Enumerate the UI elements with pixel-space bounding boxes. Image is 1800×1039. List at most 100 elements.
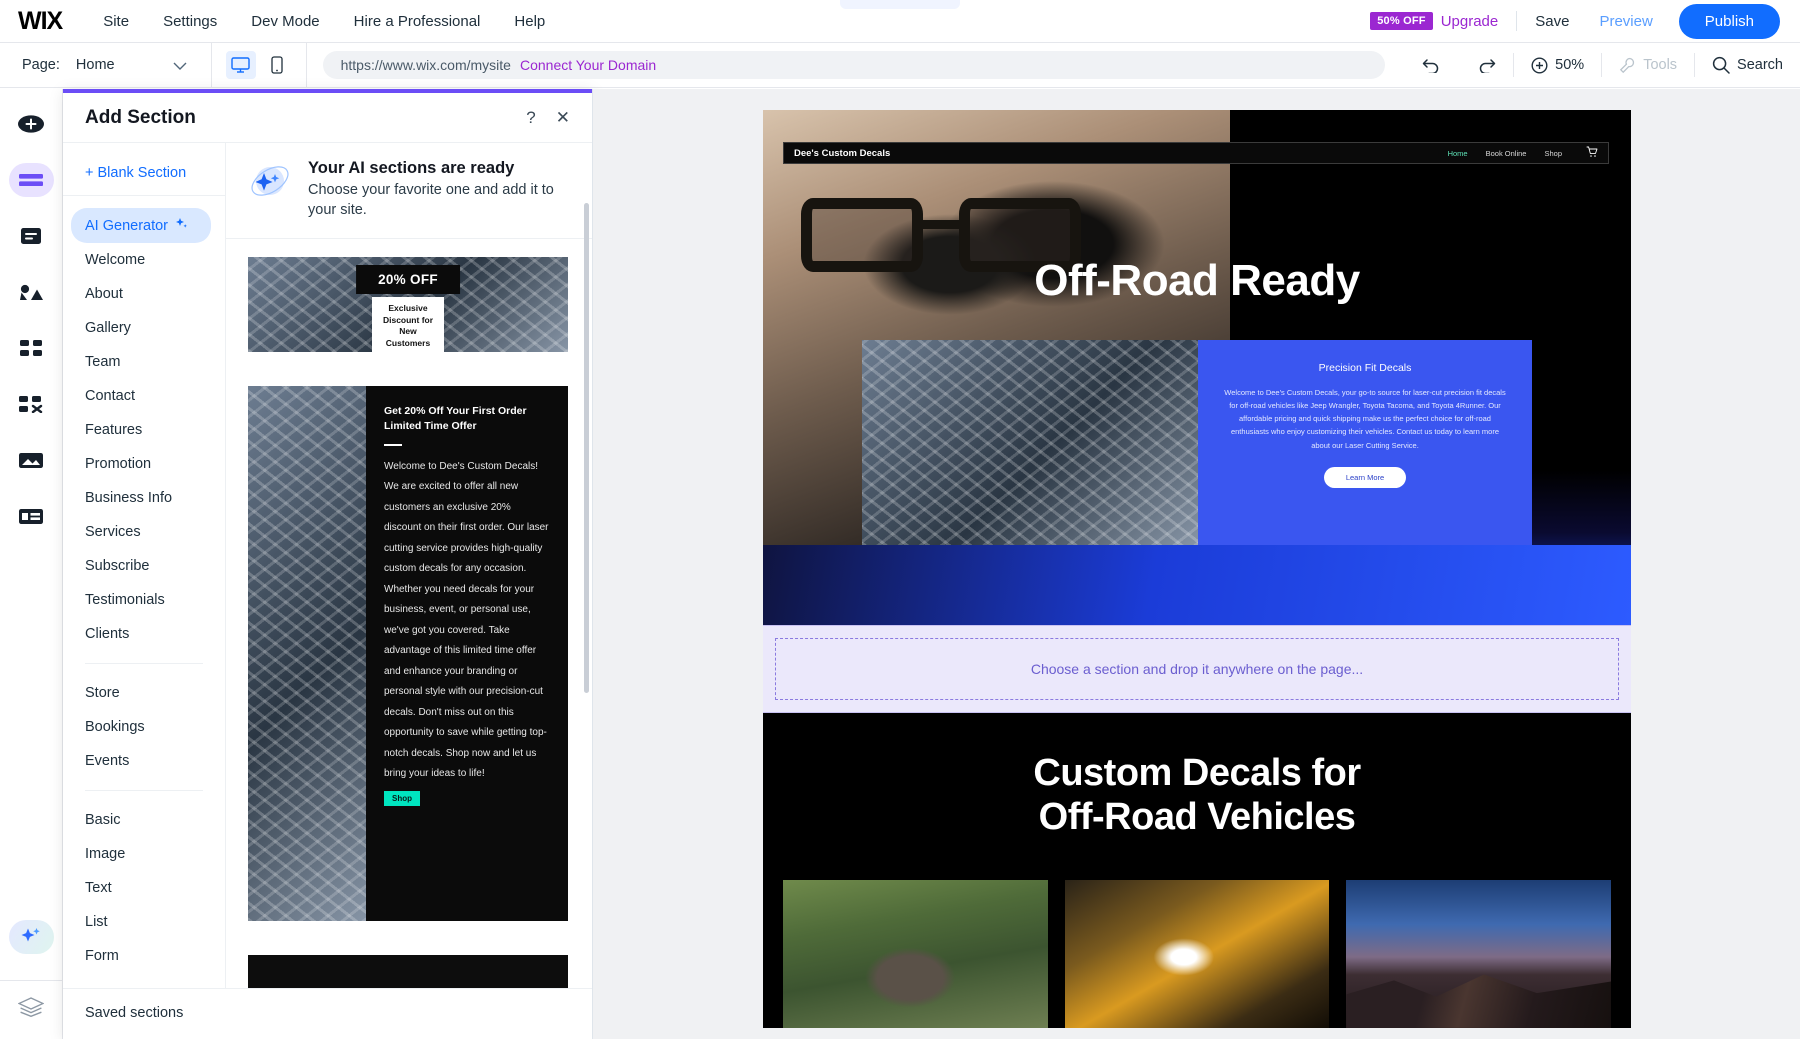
card2-shop-button[interactable]: Shop [384,790,420,806]
redo-button[interactable] [1459,43,1513,88]
category-about[interactable]: About [63,277,225,311]
cms-icon[interactable] [9,499,54,533]
category-image[interactable]: Image [63,837,225,871]
divider [305,42,307,88]
ai-ready-banner: Your AI sections are ready Choose your f… [226,143,592,240]
mesh-texture [862,340,1198,545]
menu-site[interactable]: Site [86,0,146,43]
thumbnail-row [763,840,1631,1028]
hero-blue-band [763,545,1631,625]
thumbnail-desert-landscape[interactable] [1346,879,1612,1028]
menu-dev-mode[interactable]: Dev Mode [234,0,336,43]
category-form[interactable]: Form [63,939,225,973]
save-button[interactable]: Save [1535,13,1569,30]
media-icon[interactable] [9,443,54,477]
publish-button[interactable]: Publish [1678,3,1780,39]
category-subscribe[interactable]: Subscribe [63,549,225,583]
category-gallery[interactable]: Gallery [63,311,225,345]
help-icon[interactable]: ? [526,109,535,126]
site-nav-home[interactable]: Home [1448,149,1468,158]
wix-logo[interactable]: WIX [0,8,86,34]
category-clients[interactable]: Clients [63,617,225,651]
category-features[interactable]: Features [63,413,225,447]
panel-body: + Blank Section AI Generator Welcome Abo… [63,143,592,988]
menu-hire-a-professional[interactable]: Hire a Professional [337,0,498,43]
section-card-promo-2[interactable]: Get 20% Off Your First Order Limited Tim… [248,386,568,922]
category-text[interactable]: Text [63,871,225,905]
undo-button[interactable] [1405,43,1459,88]
desktop-view-icon[interactable] [225,51,256,79]
zoom-level: 50% [1555,57,1585,73]
apps-icon[interactable] [9,331,54,365]
saved-sections-button[interactable]: Saved sections [63,988,592,1039]
add-section-icon[interactable] [8,163,54,197]
category-store[interactable]: Store [63,676,225,710]
category-welcome[interactable]: Welcome [63,243,225,277]
card2-image [248,386,366,922]
section-card-list: 20% OFF Exclusive Discount for New Custo… [226,239,592,988]
panel-scrollbar[interactable] [584,203,589,693]
learn-more-button[interactable]: Learn More [1323,466,1407,488]
editor-stage[interactable]: Dee's Custom Decals Home Book Online Sho… [593,89,1800,1039]
category-contact[interactable]: Contact [63,379,225,413]
ai-banner-title: Your AI sections are ready [308,159,515,177]
my-business-icon[interactable] [9,387,54,421]
browser-tab-nub [840,0,960,9]
category-promotion[interactable]: Promotion [63,447,225,481]
hero-card-text: Precision Fit Decals Welcome to Dee's Cu… [1198,340,1532,545]
hero-section[interactable]: Dee's Custom Decals Home Book Online Sho… [763,110,1631,625]
category-bookings[interactable]: Bookings [63,710,225,744]
toolbar-right: 50% Tools Search [1405,43,1800,88]
section-dropzone-wrapper[interactable]: Choose a section and drop it anywhere on… [763,625,1631,713]
discount-badge: 50% OFF [1370,12,1433,30]
category-testimonials[interactable]: Testimonials [63,583,225,617]
promo-card-body: Welcome to Dee's Custom Decals, your go-… [1224,388,1506,450]
preview-button[interactable]: Preview [1599,13,1652,30]
site-design-icon[interactable] [9,275,54,309]
category-ai-generator[interactable]: AI Generator [71,208,211,243]
category-list: + Blank Section AI Generator Welcome Abo… [63,143,226,988]
blank-section-button[interactable]: + Blank Section [63,159,225,196]
category-basic[interactable]: Basic [63,803,225,837]
page-selector-value[interactable]: Home [76,57,115,73]
category-business-info[interactable]: Business Info [63,481,225,515]
zoom-control[interactable]: 50% [1514,43,1601,88]
section-card-promo-1[interactable]: 20% OFF Exclusive Discount for New Custo… [248,257,568,353]
site-brand: Dee's Custom Decals [794,147,891,159]
section-card-promo-3[interactable] [248,955,568,988]
lower-title-line2: Off-Road Vehicles [1038,796,1356,839]
thumbnail-rhino[interactable] [783,879,1048,1028]
section-dropzone[interactable]: Choose a section and drop it anywhere on… [775,638,1619,700]
layers-button[interactable] [0,980,62,1039]
panel-header: Add Section ? ✕ [63,93,592,143]
menu-settings[interactable]: Settings [146,0,234,43]
category-label: AI Generator [85,217,169,234]
site-url-bar[interactable]: https://www.wix.com/mysite Connect Your … [322,51,1385,79]
site-nav-shop[interactable]: Shop [1544,149,1562,158]
pages-icon[interactable] [9,219,54,253]
site-nav-book-online[interactable]: Book Online [1486,149,1527,158]
cart-icon[interactable] [1586,146,1598,161]
mobile-view-icon[interactable] [262,51,292,79]
add-section-panel: Add Section ? ✕ + Blank Section AI Gener… [63,89,593,1039]
upgrade-link[interactable]: Upgrade [1441,13,1499,30]
lower-section[interactable]: Custom Decals for Off-Road Vehicles [763,713,1631,1028]
connect-domain-link[interactable]: Connect Your Domain [520,57,656,73]
thumbnail-vehicle-light[interactable] [1064,879,1330,1028]
topbar-actions: 50% OFF Upgrade Save Preview Publish [1370,3,1800,39]
category-list[interactable]: List [63,905,225,939]
menu-help[interactable]: Help [497,0,562,43]
site-header-nav[interactable]: Dee's Custom Decals Home Book Online Sho… [783,142,1609,164]
hero-feature-block: Precision Fit Decals Welcome to Dee's Cu… [862,340,1532,545]
close-icon[interactable]: ✕ [556,109,570,126]
tools-button[interactable]: Tools [1602,43,1694,88]
chevron-down-icon[interactable] [173,58,187,73]
search-button[interactable]: Search [1695,43,1800,88]
category-services[interactable]: Services [63,515,225,549]
category-events[interactable]: Events [63,744,225,778]
add-elements-icon[interactable] [9,107,54,141]
category-team[interactable]: Team [63,345,225,379]
card2-heading-1: Get 20% Off Your First Order [384,405,527,418]
card2-body: Welcome to Dee's Custom Decals! We are e… [384,460,549,780]
ai-assistant-icon[interactable] [8,920,54,954]
